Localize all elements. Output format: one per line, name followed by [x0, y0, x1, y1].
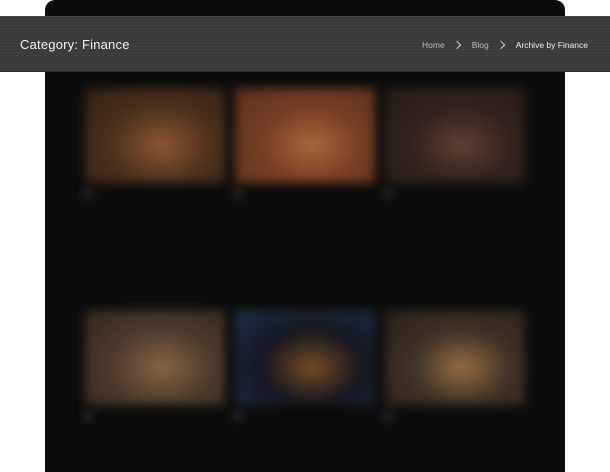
post-thumbnail[interactable]	[235, 310, 375, 405]
calendar-icon	[85, 413, 91, 419]
post-meta	[85, 191, 225, 197]
post-meta	[385, 413, 525, 419]
calendar-icon	[235, 413, 241, 419]
breadcrumb-current: Archive by Finance	[515, 40, 588, 50]
post-meta	[235, 191, 375, 197]
post-card[interactable]	[85, 310, 225, 419]
post-thumbnail[interactable]	[85, 310, 225, 405]
post-card[interactable]	[385, 310, 525, 419]
calendar-icon	[235, 191, 241, 197]
post-card[interactable]	[235, 310, 375, 419]
post-thumbnail[interactable]	[235, 88, 375, 183]
post-meta	[385, 191, 525, 197]
breadcrumb: Home Blog Archive by Finance	[422, 17, 588, 73]
post-thumbnail[interactable]	[385, 310, 525, 405]
page-header: Category: Finance Home Blog Archive by F…	[0, 16, 610, 72]
post-card[interactable]	[85, 88, 225, 197]
chevron-right-icon	[452, 40, 461, 50]
post-thumbnail[interactable]	[85, 88, 225, 183]
post-thumbnail[interactable]	[385, 88, 525, 183]
chevron-right-icon	[496, 40, 505, 50]
post-meta	[85, 413, 225, 419]
post-card[interactable]	[385, 88, 525, 197]
post-meta	[235, 413, 375, 419]
calendar-icon	[85, 191, 91, 197]
post-card[interactable]	[235, 88, 375, 197]
calendar-icon	[385, 191, 391, 197]
page-title: Category: Finance	[20, 37, 130, 52]
calendar-icon	[385, 413, 391, 419]
breadcrumb-home[interactable]: Home	[422, 40, 445, 50]
breadcrumb-blog[interactable]: Blog	[472, 40, 489, 50]
